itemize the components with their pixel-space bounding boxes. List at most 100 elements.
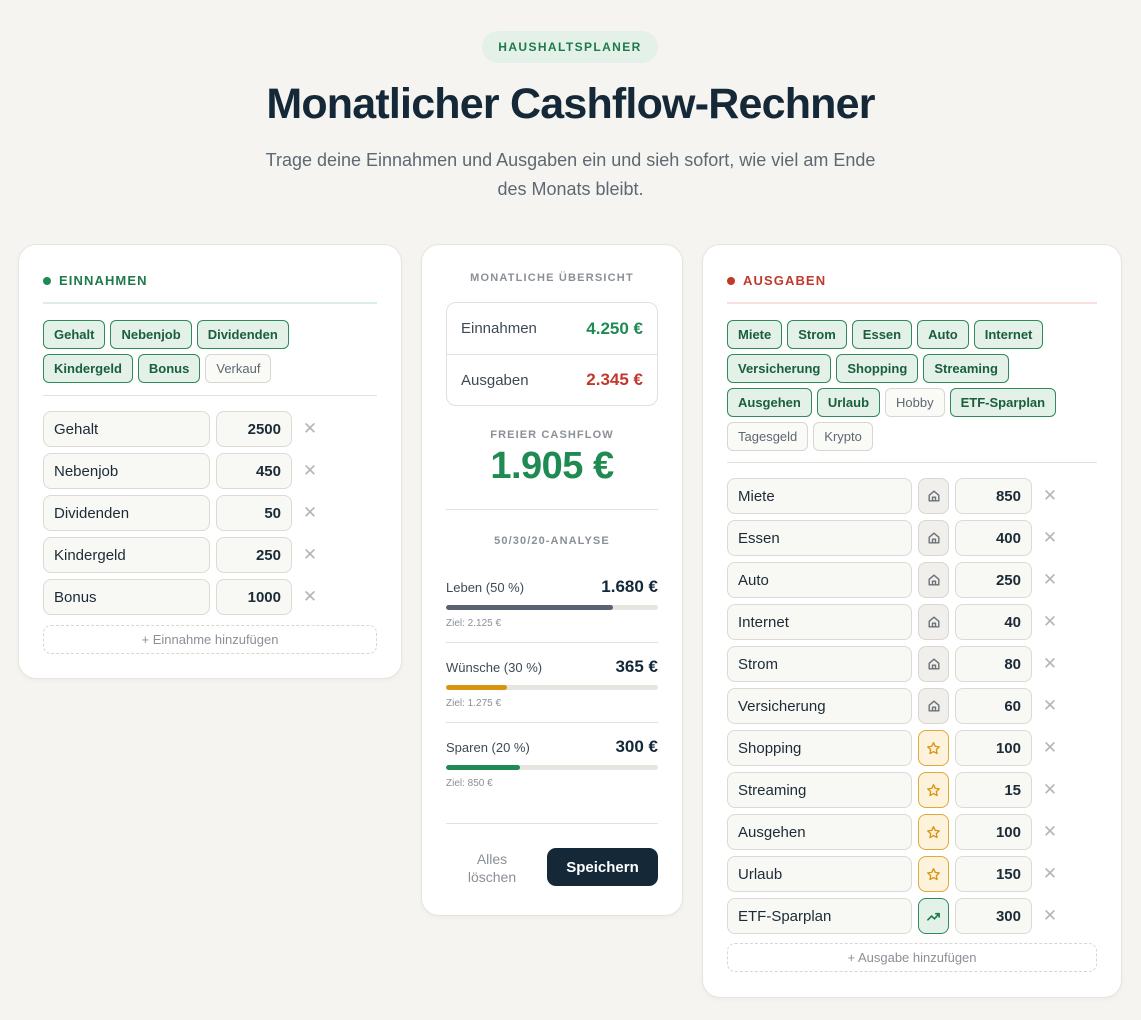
bucket-progress-bar xyxy=(446,605,658,610)
remove-row-icon[interactable]: ✕ xyxy=(1032,906,1068,926)
remove-row-icon[interactable]: ✕ xyxy=(1032,528,1068,548)
row-amount-field[interactable]: 400 xyxy=(955,520,1032,556)
remove-row-icon[interactable]: ✕ xyxy=(1032,654,1068,674)
remove-row-icon[interactable]: ✕ xyxy=(1032,570,1068,590)
summary-card: MONATLICHE ÜBERSICHT Einnahmen 4.250 € A… xyxy=(421,244,683,916)
row-amount-field[interactable]: 100 xyxy=(955,814,1032,850)
row-amount-field[interactable]: 100 xyxy=(955,730,1032,766)
chip-ausgehen[interactable]: Ausgehen xyxy=(727,388,812,417)
row-name-field[interactable]: Versicherung xyxy=(727,688,912,724)
chip-hobby[interactable]: Hobby xyxy=(885,388,945,417)
row-name-field[interactable]: Streaming xyxy=(727,772,912,808)
category-toggle[interactable] xyxy=(918,898,949,934)
remove-row-icon[interactable]: ✕ xyxy=(1032,612,1068,632)
remove-row-icon[interactable]: ✕ xyxy=(1032,738,1068,758)
summary-expense-row: Ausgaben 2.345 € xyxy=(447,354,657,405)
chip-dividenden[interactable]: Dividenden xyxy=(196,320,289,349)
row-amount-field[interactable]: 80 xyxy=(955,646,1032,682)
chip-versicherung[interactable]: Versicherung xyxy=(727,354,832,383)
remove-row-icon[interactable]: ✕ xyxy=(1032,822,1068,842)
remove-row-icon[interactable]: ✕ xyxy=(1032,780,1068,800)
expense-row: Versicherung 60 ✕ xyxy=(727,688,1068,724)
category-toggle[interactable] xyxy=(918,688,949,724)
row-name-field[interactable]: Essen xyxy=(727,520,912,556)
bucket-header: Sparen (20 %) 300 € xyxy=(446,737,658,757)
category-toggle[interactable] xyxy=(918,856,949,892)
chip-bonus[interactable]: Bonus xyxy=(137,354,201,383)
row-name-field[interactable]: Urlaub xyxy=(727,856,912,892)
chip-auto[interactable]: Auto xyxy=(917,320,969,349)
row-name-field[interactable]: Dividenden xyxy=(43,495,210,531)
chip-verkauf[interactable]: Verkauf xyxy=(205,354,272,383)
add-income-button[interactable]: + Einnahme hinzufügen xyxy=(43,625,377,654)
row-name-field[interactable]: Ausgehen xyxy=(727,814,912,850)
chip-internet[interactable]: Internet xyxy=(973,320,1044,349)
row-name-field[interactable]: Strom xyxy=(727,646,912,682)
row-amount-field[interactable]: 60 xyxy=(955,688,1032,724)
expense-chip-list: Miete Strom Essen Auto Internet Versicherung S… xyxy=(727,320,1097,451)
row-amount-field[interactable]: 300 xyxy=(955,898,1032,934)
category-toggle[interactable] xyxy=(918,604,949,640)
remove-row-icon[interactable]: ✕ xyxy=(1032,486,1068,506)
row-amount-field[interactable]: 15 xyxy=(955,772,1032,808)
category-toggle[interactable] xyxy=(918,478,949,514)
clear-all-button[interactable]: Alles löschen xyxy=(458,850,526,886)
row-name-field[interactable]: Miete xyxy=(727,478,912,514)
row-name-field[interactable]: Internet xyxy=(727,604,912,640)
remove-row-icon[interactable]: ✕ xyxy=(292,419,328,439)
category-toggle[interactable] xyxy=(918,730,949,766)
row-amount-field[interactable]: 40 xyxy=(955,604,1032,640)
category-toggle[interactable] xyxy=(918,772,949,808)
category-toggle[interactable] xyxy=(918,562,949,598)
row-amount-field[interactable]: 250 xyxy=(216,537,292,573)
summary-expense-label: Ausgaben xyxy=(461,371,529,389)
expense-row: ETF-Sparplan 300 ✕ xyxy=(727,898,1068,934)
row-name-field[interactable]: Kindergeld xyxy=(43,537,210,573)
chip-kindergeld[interactable]: Kindergeld xyxy=(43,354,133,383)
row-amount-field[interactable]: 150 xyxy=(955,856,1032,892)
chip-tagesgeld[interactable]: Tagesgeld xyxy=(727,422,809,451)
chip-essen[interactable]: Essen xyxy=(851,320,913,349)
row-name-field[interactable]: Shopping xyxy=(727,730,912,766)
chip-krypto[interactable]: Krypto xyxy=(813,422,873,451)
chip-urlaub[interactable]: Urlaub xyxy=(816,388,881,417)
bucket-progress-fill xyxy=(446,765,521,770)
row-amount-field[interactable]: 850 xyxy=(955,478,1032,514)
category-toggle[interactable] xyxy=(918,520,949,556)
row-name-field[interactable]: Bonus xyxy=(43,579,210,615)
expense-row: Shopping 100 ✕ xyxy=(727,730,1068,766)
save-button[interactable]: Speichern xyxy=(547,848,658,886)
chip-streaming[interactable]: Streaming xyxy=(923,354,1009,383)
row-name-field[interactable]: Nebenjob xyxy=(43,453,210,489)
chip-shopping[interactable]: Shopping xyxy=(836,354,919,383)
actions-divider xyxy=(446,823,658,824)
row-amount-field[interactable]: 250 xyxy=(955,562,1032,598)
chip-strom[interactable]: Strom xyxy=(787,320,847,349)
row-name-field[interactable]: ETF-Sparplan xyxy=(727,898,912,934)
remove-row-icon[interactable]: ✕ xyxy=(292,461,328,481)
row-amount-field[interactable]: 50 xyxy=(216,495,292,531)
category-toggle[interactable] xyxy=(918,814,949,850)
bucket-label: Leben (50 %) xyxy=(446,580,525,595)
add-expense-button[interactable]: + Ausgabe hinzufügen xyxy=(727,943,1097,972)
row-name-field[interactable]: Auto xyxy=(727,562,912,598)
remove-row-icon[interactable]: ✕ xyxy=(1032,696,1068,716)
home-icon xyxy=(927,489,941,503)
row-amount-field[interactable]: 450 xyxy=(216,453,292,489)
category-toggle[interactable] xyxy=(918,646,949,682)
row-amount-field[interactable]: 2500 xyxy=(216,411,292,447)
home-icon xyxy=(927,615,941,629)
row-name-field[interactable]: Gehalt xyxy=(43,411,210,447)
remove-row-icon[interactable]: ✕ xyxy=(1032,864,1068,884)
remove-row-icon[interactable]: ✕ xyxy=(292,503,328,523)
chip-nebenjob[interactable]: Nebenjob xyxy=(110,320,192,349)
summary-box: Einnahmen 4.250 € Ausgaben 2.345 € xyxy=(446,302,658,406)
chip-etf-sparplan[interactable]: ETF-Sparplan xyxy=(949,388,1057,417)
chip-gehalt[interactable]: Gehalt xyxy=(43,320,106,349)
row-amount-field[interactable]: 1000 xyxy=(216,579,292,615)
remove-row-icon[interactable]: ✕ xyxy=(292,587,328,607)
bucket-progress-bar xyxy=(446,685,658,690)
chip-miete[interactable]: Miete xyxy=(727,320,783,349)
summary-income-label: Einnahmen xyxy=(461,320,537,337)
remove-row-icon[interactable]: ✕ xyxy=(292,545,328,565)
